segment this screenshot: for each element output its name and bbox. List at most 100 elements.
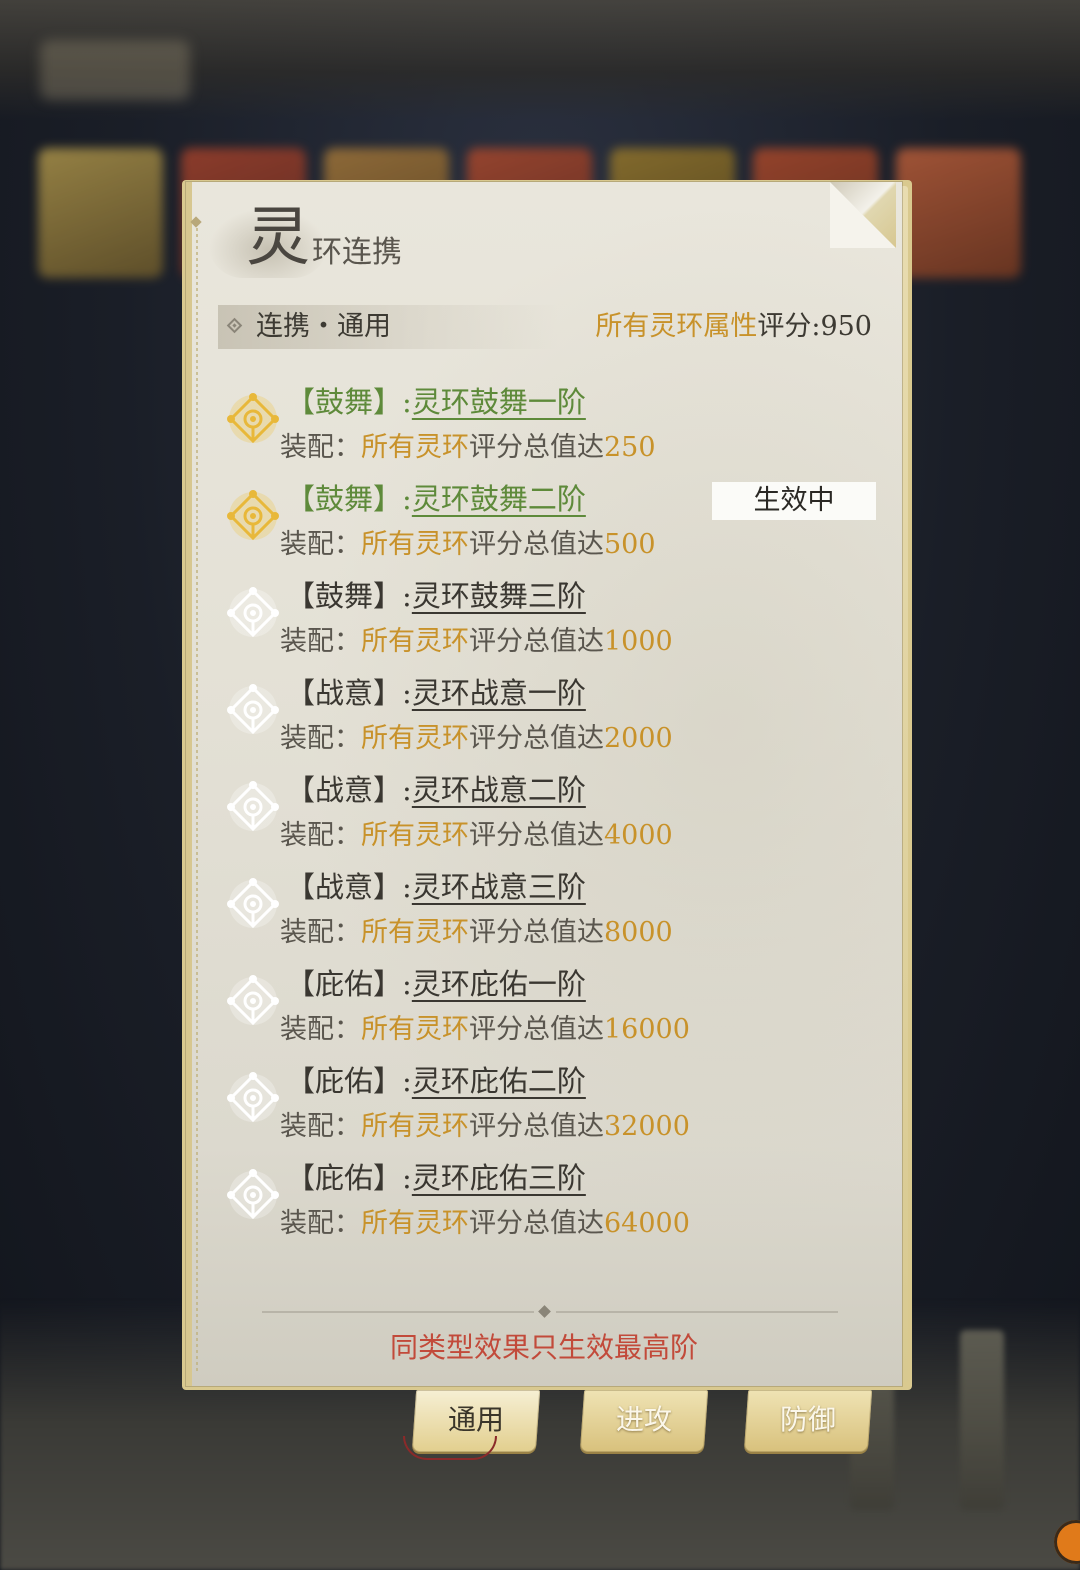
req-condition: 评分总值达 — [469, 820, 604, 851]
total-score: 所有灵环属性评分:950 — [595, 308, 872, 346]
background-totem — [960, 1330, 1004, 1510]
tier-requirement: 装配：所有灵环评分总值达2000 — [280, 719, 673, 759]
bracket-close: 】 — [373, 676, 403, 710]
tier-row[interactable]: 【战意】:灵环战意二阶 装配：所有灵环评分总值达4000 — [222, 768, 882, 864]
tier-name: 【战意】:灵环战意一阶 — [286, 671, 586, 715]
req-condition: 评分总值达 — [469, 1111, 604, 1142]
tier-row[interactable]: 【战意】:灵环战意三阶 装配：所有灵环评分总值达8000 — [222, 865, 882, 961]
bracket-open: 【 — [286, 676, 316, 710]
footer-divider-left — [262, 1311, 534, 1313]
req-scope: 所有灵环 — [361, 432, 469, 463]
req-value: 32000 — [604, 1111, 690, 1142]
tab-defense[interactable]: 防御 — [743, 1390, 873, 1452]
bracket-open: 【 — [286, 870, 316, 904]
tier-name: 【鼓舞】:灵环鼓舞三阶 — [286, 574, 586, 618]
bracket-close: 】 — [373, 1161, 403, 1195]
tier-effect-link[interactable]: 灵环庇佑三阶 — [412, 1161, 586, 1195]
background-blurred-title — [40, 40, 190, 100]
req-label: 装配： — [280, 626, 361, 657]
bracket-open: 【 — [286, 579, 316, 613]
score-value: 评分:950 — [757, 311, 872, 342]
req-condition: 评分总值达 — [469, 529, 604, 560]
ring-node-icon — [227, 684, 279, 735]
bracket-close: 】 — [373, 579, 403, 613]
req-scope: 所有灵环 — [361, 723, 469, 754]
background-card — [38, 148, 163, 278]
tier-row[interactable]: 【鼓舞】:灵环鼓舞三阶 装配：所有灵环评分总值达1000 — [222, 574, 882, 670]
bracket-open: 【 — [286, 967, 316, 1001]
tier-row[interactable]: 【庇佑】:灵环庇佑一阶 装配：所有灵环评分总值达16000 — [222, 962, 882, 1058]
req-condition: 评分总值达 — [469, 723, 604, 754]
tier-name: 【庇佑】:灵环庇佑三阶 — [286, 1156, 586, 1200]
req-label: 装配： — [280, 820, 361, 851]
tier-requirement: 装配：所有灵环评分总值达4000 — [280, 816, 673, 856]
req-label: 装配： — [280, 432, 361, 463]
tier-category: 庇佑 — [315, 1064, 374, 1098]
req-scope: 所有灵环 — [361, 1111, 469, 1142]
req-condition: 评分总值达 — [469, 1208, 604, 1239]
tier-requirement: 装配：所有灵环评分总值达1000 — [280, 622, 673, 662]
tier-category: 庇佑 — [315, 1161, 374, 1195]
ring-node-icon — [227, 490, 279, 541]
separator: : — [402, 1161, 412, 1195]
tier-category: 鼓舞 — [315, 482, 374, 516]
tier-name: 【鼓舞】:灵环鼓舞二阶 — [286, 477, 586, 521]
req-scope: 所有灵环 — [361, 1014, 469, 1045]
req-scope: 所有灵环 — [361, 1208, 469, 1239]
ring-node-icon — [227, 878, 279, 929]
tier-row[interactable]: 【鼓舞】:灵环鼓舞一阶 装配：所有灵环评分总值达250 — [222, 380, 882, 476]
req-label: 装配： — [280, 529, 361, 560]
ring-node-icon — [227, 393, 279, 444]
req-label: 装配： — [280, 723, 361, 754]
tier-category: 鼓舞 — [315, 385, 374, 419]
req-condition: 评分总值达 — [469, 432, 604, 463]
tier-category: 战意 — [315, 870, 374, 904]
tier-effect-link[interactable]: 灵环战意三阶 — [412, 870, 586, 904]
tier-name: 【战意】:灵环战意二阶 — [286, 768, 586, 812]
footer-divider-right — [556, 1311, 838, 1313]
panel-side-dotted-line — [196, 222, 198, 1372]
ring-node-icon — [227, 781, 279, 832]
tier-row[interactable]: 【庇佑】:灵环庇佑三阶 装配：所有灵环评分总值达64000 — [222, 1156, 882, 1252]
req-condition: 评分总值达 — [469, 1014, 604, 1045]
tier-requirement: 装配：所有灵环评分总值达16000 — [280, 1010, 690, 1050]
bracket-open: 【 — [286, 1064, 316, 1098]
tier-effect-link[interactable]: 灵环战意一阶 — [412, 676, 586, 710]
tab-label: 防御 — [780, 1403, 837, 1436]
ring-node-icon — [227, 587, 279, 638]
tier-effect-link[interactable]: 灵环庇佑一阶 — [412, 967, 586, 1001]
bracket-close: 】 — [373, 967, 403, 1001]
tier-effect-link[interactable]: 灵环庇佑二阶 — [412, 1064, 586, 1098]
req-label: 装配： — [280, 1208, 361, 1239]
tier-name: 【战意】:灵环战意三阶 — [286, 865, 586, 909]
status-badge: 生效中 — [712, 482, 876, 520]
tier-category: 鼓舞 — [315, 579, 374, 613]
req-value: 4000 — [604, 820, 673, 851]
tab-attack[interactable]: 进攻 — [579, 1390, 709, 1452]
tier-requirement: 装配：所有灵环评分总值达32000 — [280, 1107, 690, 1147]
selected-tab-ribbon — [403, 1436, 497, 1460]
tier-effect-link[interactable]: 灵环鼓舞三阶 — [412, 579, 586, 613]
req-value: 500 — [604, 529, 656, 560]
tier-requirement: 装配：所有灵环评分总值达8000 — [280, 913, 673, 953]
ring-node-icon — [227, 1072, 279, 1123]
score-prefix: 所有灵环属性 — [595, 311, 758, 342]
tier-effect-link[interactable]: 灵环鼓舞一阶 — [412, 385, 586, 419]
tier-row[interactable]: 【战意】:灵环战意一阶 装配：所有灵环评分总值达2000 — [222, 671, 882, 767]
bracket-close: 】 — [373, 385, 403, 419]
bracket-open: 【 — [286, 482, 316, 516]
bracket-close: 】 — [373, 1064, 403, 1098]
tier-category: 战意 — [315, 676, 374, 710]
req-scope: 所有灵环 — [361, 820, 469, 851]
panel-title-initial: 灵 — [246, 201, 310, 275]
req-value: 16000 — [604, 1014, 690, 1045]
tier-effect-link[interactable]: 灵环鼓舞二阶 — [412, 482, 586, 516]
req-label: 装配： — [280, 1014, 361, 1045]
separator: : — [402, 1064, 412, 1098]
tier-effect-link[interactable]: 灵环战意二阶 — [412, 773, 586, 807]
req-value: 1000 — [604, 626, 673, 657]
tier-row[interactable]: 【庇佑】:灵环庇佑二阶装配：所有灵环评分总值达32000 — [222, 1059, 882, 1155]
tier-requirement: 装配：所有灵环评分总值达250 — [280, 428, 656, 468]
bracket-close: 】 — [373, 870, 403, 904]
bracket-open: 【 — [286, 1161, 316, 1195]
